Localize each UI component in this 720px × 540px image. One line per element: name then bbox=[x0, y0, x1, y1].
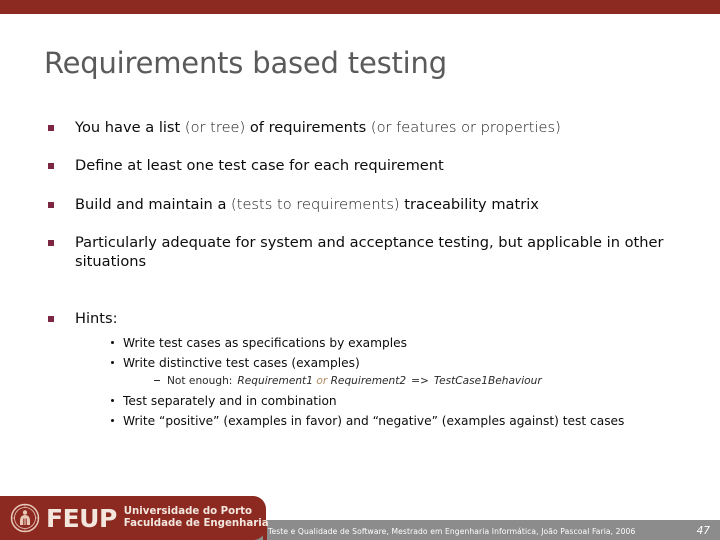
sub-bullet-text: Write test cases as specifications by ex… bbox=[123, 335, 407, 350]
feup-university-line: Universidade do Porto bbox=[123, 505, 253, 517]
top-accent-bar bbox=[0, 0, 720, 14]
round-bullet-icon bbox=[111, 340, 114, 344]
sub-bullet-item: Write distinctive test cases (examples) … bbox=[109, 355, 694, 389]
note-item: Not enough: Requirement1 or Requirement2 =… bbox=[153, 374, 694, 388]
bullet-list-level2: Write test cases as specifications by ex… bbox=[75, 335, 694, 430]
feup-faculty-line: Faculdade de Engenharia bbox=[123, 518, 269, 529]
bullet-list-level3: Not enough: Requirement1 or Requirement2 =… bbox=[123, 374, 694, 388]
square-bullet-icon bbox=[48, 239, 54, 246]
note-conjunction: or bbox=[316, 375, 328, 388]
feup-subtitle: Universidade do Porto Faculdade de Engen… bbox=[124, 506, 269, 530]
sub-bullet-item: Test separately and in combination bbox=[109, 393, 694, 409]
note-result: TestCase1Behaviour bbox=[433, 375, 542, 388]
square-bullet-icon bbox=[48, 316, 54, 323]
bullet-text-part: traceability matrix bbox=[399, 195, 539, 213]
feup-acronym: FEUP bbox=[46, 503, 117, 533]
bullet-text-parenthetical: (or tree) bbox=[184, 119, 246, 136]
sub-bullet-text: Write distinctive test cases (examples) bbox=[123, 355, 360, 370]
note-arrow: => bbox=[411, 375, 429, 388]
square-bullet-icon bbox=[48, 125, 54, 131]
slide-body: You have a list (or tree) of requirement… bbox=[44, 118, 694, 438]
dash-bullet-icon bbox=[154, 380, 160, 382]
bullet-item: Define at least one test case for each r… bbox=[44, 156, 694, 175]
bullet-item: Build and maintain a (tests to requireme… bbox=[44, 195, 694, 214]
bullet-text: Define at least one test case for each r… bbox=[75, 157, 444, 175]
bullet-text-part: You have a list bbox=[75, 119, 185, 136]
feup-logo-content: FEUP Universidade do Porto Faculdade de … bbox=[10, 501, 269, 535]
sub-bullet-item: Write “positive” (examples in favor) and… bbox=[109, 413, 694, 429]
presentation-slide: Requirements based testing You have a li… bbox=[0, 0, 720, 540]
bullet-item: You have a list (or tree) of requirement… bbox=[44, 118, 694, 137]
hints-label: Hints: bbox=[75, 310, 118, 328]
bullet-item-hints: Hints: Write test cases as specification… bbox=[44, 309, 694, 429]
bullet-text-parenthetical: (tests to requirements) bbox=[231, 195, 400, 213]
bullet-list-level1: You have a list (or tree) of requirement… bbox=[44, 118, 694, 430]
footer-text: Teste e Qualidade de Software, Mestrado … bbox=[268, 527, 636, 536]
page-number: 47 bbox=[696, 525, 710, 537]
bullet-text-parenthetical: (or features or properties) bbox=[370, 119, 561, 136]
round-bullet-icon bbox=[111, 360, 114, 364]
slide-title: Requirements based testing bbox=[44, 46, 447, 80]
note-lead: Not enough: bbox=[167, 375, 233, 388]
feup-logo-plate: FEUP Universidade do Porto Faculdade de … bbox=[0, 496, 269, 540]
bullet-text: Particularly adequate for system and acc… bbox=[75, 233, 664, 270]
bullet-text-part: of requirements bbox=[245, 119, 371, 136]
note-requirement1: Requirement1 bbox=[237, 375, 313, 388]
round-bullet-icon bbox=[111, 419, 114, 423]
sub-bullet-item: Write test cases as specifications by ex… bbox=[109, 335, 694, 351]
sub-bullet-text: Test separately and in combination bbox=[123, 393, 337, 408]
bullet-text-part: Build and maintain a bbox=[75, 195, 232, 213]
sub-bullet-text: Write “positive” (examples in favor) and… bbox=[123, 414, 625, 429]
note-requirement2: Requirement2 bbox=[330, 375, 407, 388]
square-bullet-icon bbox=[48, 201, 54, 208]
feup-crest-icon bbox=[10, 503, 40, 533]
bullet-item: Particularly adequate for system and acc… bbox=[44, 233, 694, 272]
round-bullet-icon bbox=[111, 398, 114, 402]
square-bullet-icon bbox=[48, 163, 54, 170]
